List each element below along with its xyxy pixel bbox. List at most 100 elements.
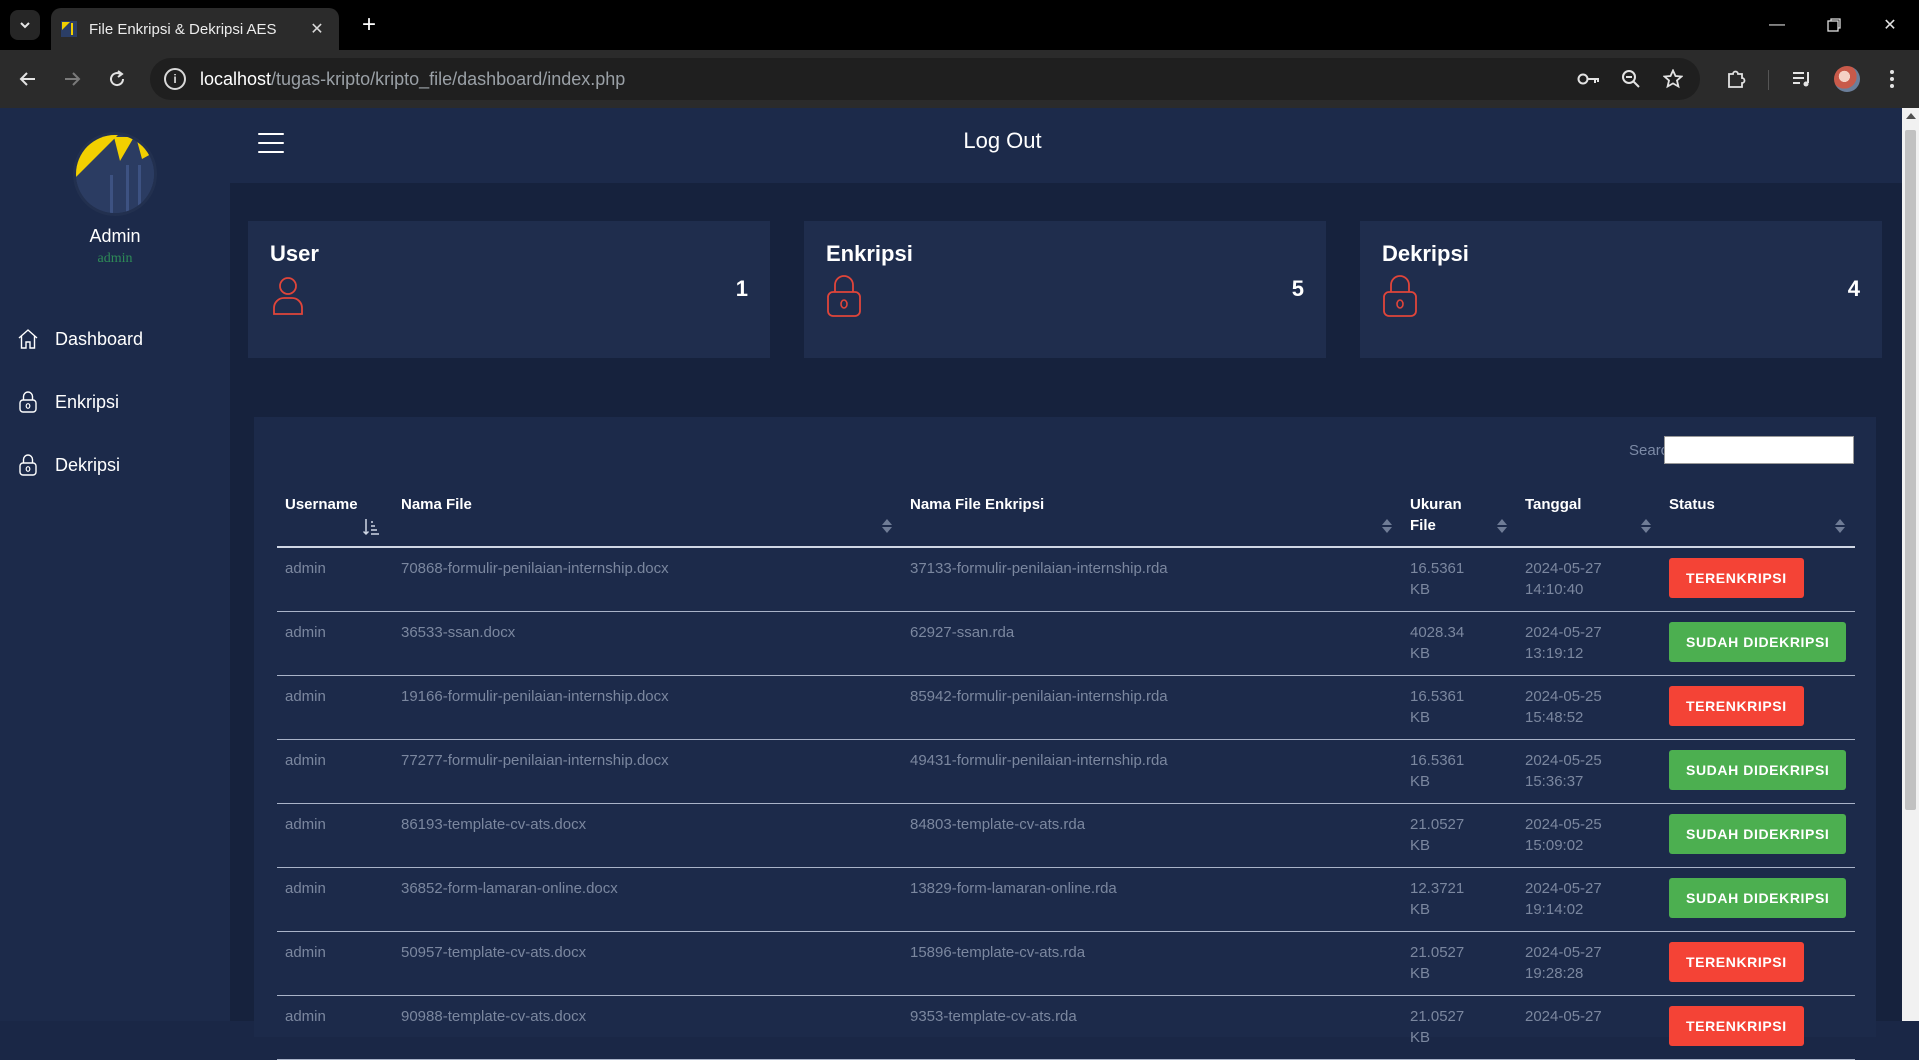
lock-icon [16, 453, 40, 477]
cell-status: SUDAH DIDEKRIPSI [1661, 803, 1855, 868]
restore-window-icon[interactable] [1814, 10, 1854, 40]
url-host: localhost [200, 68, 272, 89]
cell-tanggal: 2024-05-27 14:10:40 [1517, 547, 1661, 612]
cell-nama-file: 19166-formulir-penilaian-internship.docx [393, 675, 902, 740]
cell-ukuran-file: 21.0527 KB [1402, 931, 1517, 996]
forward-arrow-icon[interactable] [56, 63, 88, 95]
cell-status: TERENKRIPSI [1661, 931, 1855, 996]
chevron-down-icon [20, 22, 30, 29]
scroll-up-icon[interactable] [1906, 113, 1916, 119]
cell-ukuran-file: 16.5361 KB [1402, 739, 1517, 804]
browser-tab-strip: File Enkripsi & Dekripsi AES ✕ + — ✕ [0, 0, 1919, 50]
header-status[interactable]: Status [1661, 484, 1855, 548]
sidebar-item-dekripsi[interactable]: Dekripsi [16, 450, 120, 480]
header-nama-file-enkripsi[interactable]: Nama File Enkripsi [902, 484, 1402, 548]
cell-nama-file: 50957-template-cv-ats.docx [393, 931, 902, 996]
media-control-icon[interactable] [1786, 63, 1818, 95]
site-info-icon[interactable]: i [164, 68, 186, 90]
search-input[interactable] [1664, 436, 1854, 464]
cell-username: admin [277, 867, 393, 932]
cell-tanggal: 2024-05-27 13:19:12 [1517, 611, 1661, 676]
cell-username: admin [277, 611, 393, 676]
cell-nama-file-enkripsi: 37133-formulir-penilaian-internship.rda [902, 547, 1402, 612]
header-ukuran-file[interactable]: Ukuran File [1402, 484, 1517, 548]
status-badge[interactable]: SUDAH DIDEKRIPSI [1669, 877, 1847, 918]
bookmark-star-icon[interactable] [1660, 66, 1686, 92]
status-badge[interactable]: SUDAH DIDEKRIPSI [1669, 813, 1847, 854]
card-title: User [270, 241, 319, 266]
status-badge[interactable]: SUDAH DIDEKRIPSI [1669, 621, 1847, 662]
lock-icon [1383, 275, 1417, 317]
status-badge[interactable]: TERENKRIPSI [1669, 558, 1804, 598]
cell-status: SUDAH DIDEKRIPSI [1661, 611, 1855, 676]
page-scrollbar[interactable] [1902, 108, 1919, 1021]
status-badge[interactable]: TERENKRIPSI [1669, 1005, 1804, 1046]
cell-nama-file-enkripsi: 62927-ssan.rda [902, 611, 1402, 676]
password-key-icon[interactable] [1576, 66, 1602, 92]
profile-avatar[interactable] [1831, 63, 1863, 95]
browser-tab[interactable]: File Enkripsi & Dekripsi AES ✕ [51, 8, 339, 50]
scrollbar-thumb[interactable] [1905, 130, 1916, 810]
cell-ukuran-file: 16.5361 KB [1402, 547, 1517, 612]
table-header-row: Username Nama File Nama File Enkripsi Uk… [277, 484, 1855, 548]
cell-nama-file: 77277-formulir-penilaian-internship.docx [393, 739, 902, 804]
header-username[interactable]: Username [277, 484, 393, 548]
card-count: 5 [1291, 276, 1304, 301]
cell-tanggal: 2024-05-25 15:36:37 [1517, 739, 1661, 804]
cell-nama-file: 36852-form-lamaran-online.docx [393, 867, 902, 932]
cell-nama-file: 90988-template-cv-ats.docx [393, 995, 902, 1060]
cell-status: TERENKRIPSI [1661, 547, 1855, 612]
lock-icon [16, 390, 40, 414]
topbar: Log Out [230, 108, 1902, 183]
status-badge[interactable]: SUDAH DIDEKRIPSI [1669, 749, 1847, 790]
close-tab-icon[interactable]: ✕ [307, 19, 327, 39]
sort-icon [1641, 518, 1651, 534]
header-nama-file[interactable]: Nama File [393, 484, 902, 548]
cell-tanggal: 2024-05-27 19:14:02 [1517, 867, 1661, 932]
cell-nama-file: 70868-formulir-penilaian-internship.docx [393, 547, 902, 612]
sidebar-item-enkripsi[interactable]: Enkripsi [16, 387, 119, 417]
status-badge[interactable]: TERENKRIPSI [1669, 941, 1804, 982]
back-arrow-icon[interactable] [12, 63, 44, 95]
cell-nama-file-enkripsi: 49431-formulir-penilaian-internship.rda [902, 739, 1402, 804]
status-badge[interactable]: TERENKRIPSI [1669, 685, 1804, 726]
lock-icon [827, 275, 861, 317]
stat-card-dekripsi: Dekripsi 4 [1360, 221, 1882, 358]
cell-nama-file-enkripsi: 85942-formulir-penilaian-internship.rda [902, 675, 1402, 740]
cell-nama-file: 36533-ssan.docx [393, 611, 902, 676]
cell-nama-file-enkripsi: 13829-form-lamaran-online.rda [902, 867, 1402, 932]
cell-username: admin [277, 803, 393, 868]
extensions-icon[interactable] [1720, 63, 1752, 95]
table-row: admin 90988-template-cv-ats.docx 9353-temp… [277, 995, 1855, 1060]
header-tanggal[interactable]: Tanggal [1517, 484, 1661, 548]
main-content: User 1 Enkripsi 5 Dekripsi 4 Search: Use… [230, 183, 1902, 1060]
browser-menu-icon[interactable] [1876, 63, 1908, 95]
cell-username: admin [277, 739, 393, 804]
site-favicon-icon [61, 21, 77, 37]
reload-icon[interactable] [101, 63, 133, 95]
sidebar-item-label: Enkripsi [55, 391, 120, 412]
new-tab-button[interactable]: + [354, 10, 384, 40]
admin-role: admin [97, 251, 133, 266]
minimize-window-icon[interactable]: — [1757, 10, 1797, 40]
page: Admin admin Dashboard Enkripsi Dekripsi … [0, 108, 1902, 1060]
table-row: admin 19166-formulir-penilaian-internship… [277, 675, 1855, 740]
cell-nama-file: 86193-template-cv-ats.docx [393, 803, 902, 868]
zoom-icon[interactable] [1618, 66, 1644, 92]
cell-tanggal: 2024-05-25 15:48:52 [1517, 675, 1661, 740]
close-window-icon[interactable]: ✕ [1870, 10, 1910, 40]
tab-search-button[interactable] [10, 10, 40, 40]
url-path: /tugas-kripto/kripto_file/dashboard/inde… [271, 68, 626, 89]
card-title: Dekripsi [1382, 241, 1469, 266]
table-row: admin 70868-formulir-penilaian-internship… [277, 547, 1855, 612]
table-body: admin 70868-formulir-penilaian-internship… [277, 547, 1855, 1060]
logout-link[interactable]: Log Out [230, 128, 1775, 154]
cell-nama-file-enkripsi: 84803-template-cv-ats.rda [902, 803, 1402, 868]
address-bar[interactable]: i localhost/tugas-kripto/kripto_file/das… [150, 58, 1700, 100]
sort-icon [1835, 518, 1845, 534]
cell-ukuran-file: 12.3721 KB [1402, 867, 1517, 932]
toolbar-divider [1768, 70, 1769, 90]
sidebar-item-dashboard[interactable]: Dashboard [16, 324, 143, 354]
sort-icon [1382, 518, 1392, 534]
cell-username: admin [277, 675, 393, 740]
